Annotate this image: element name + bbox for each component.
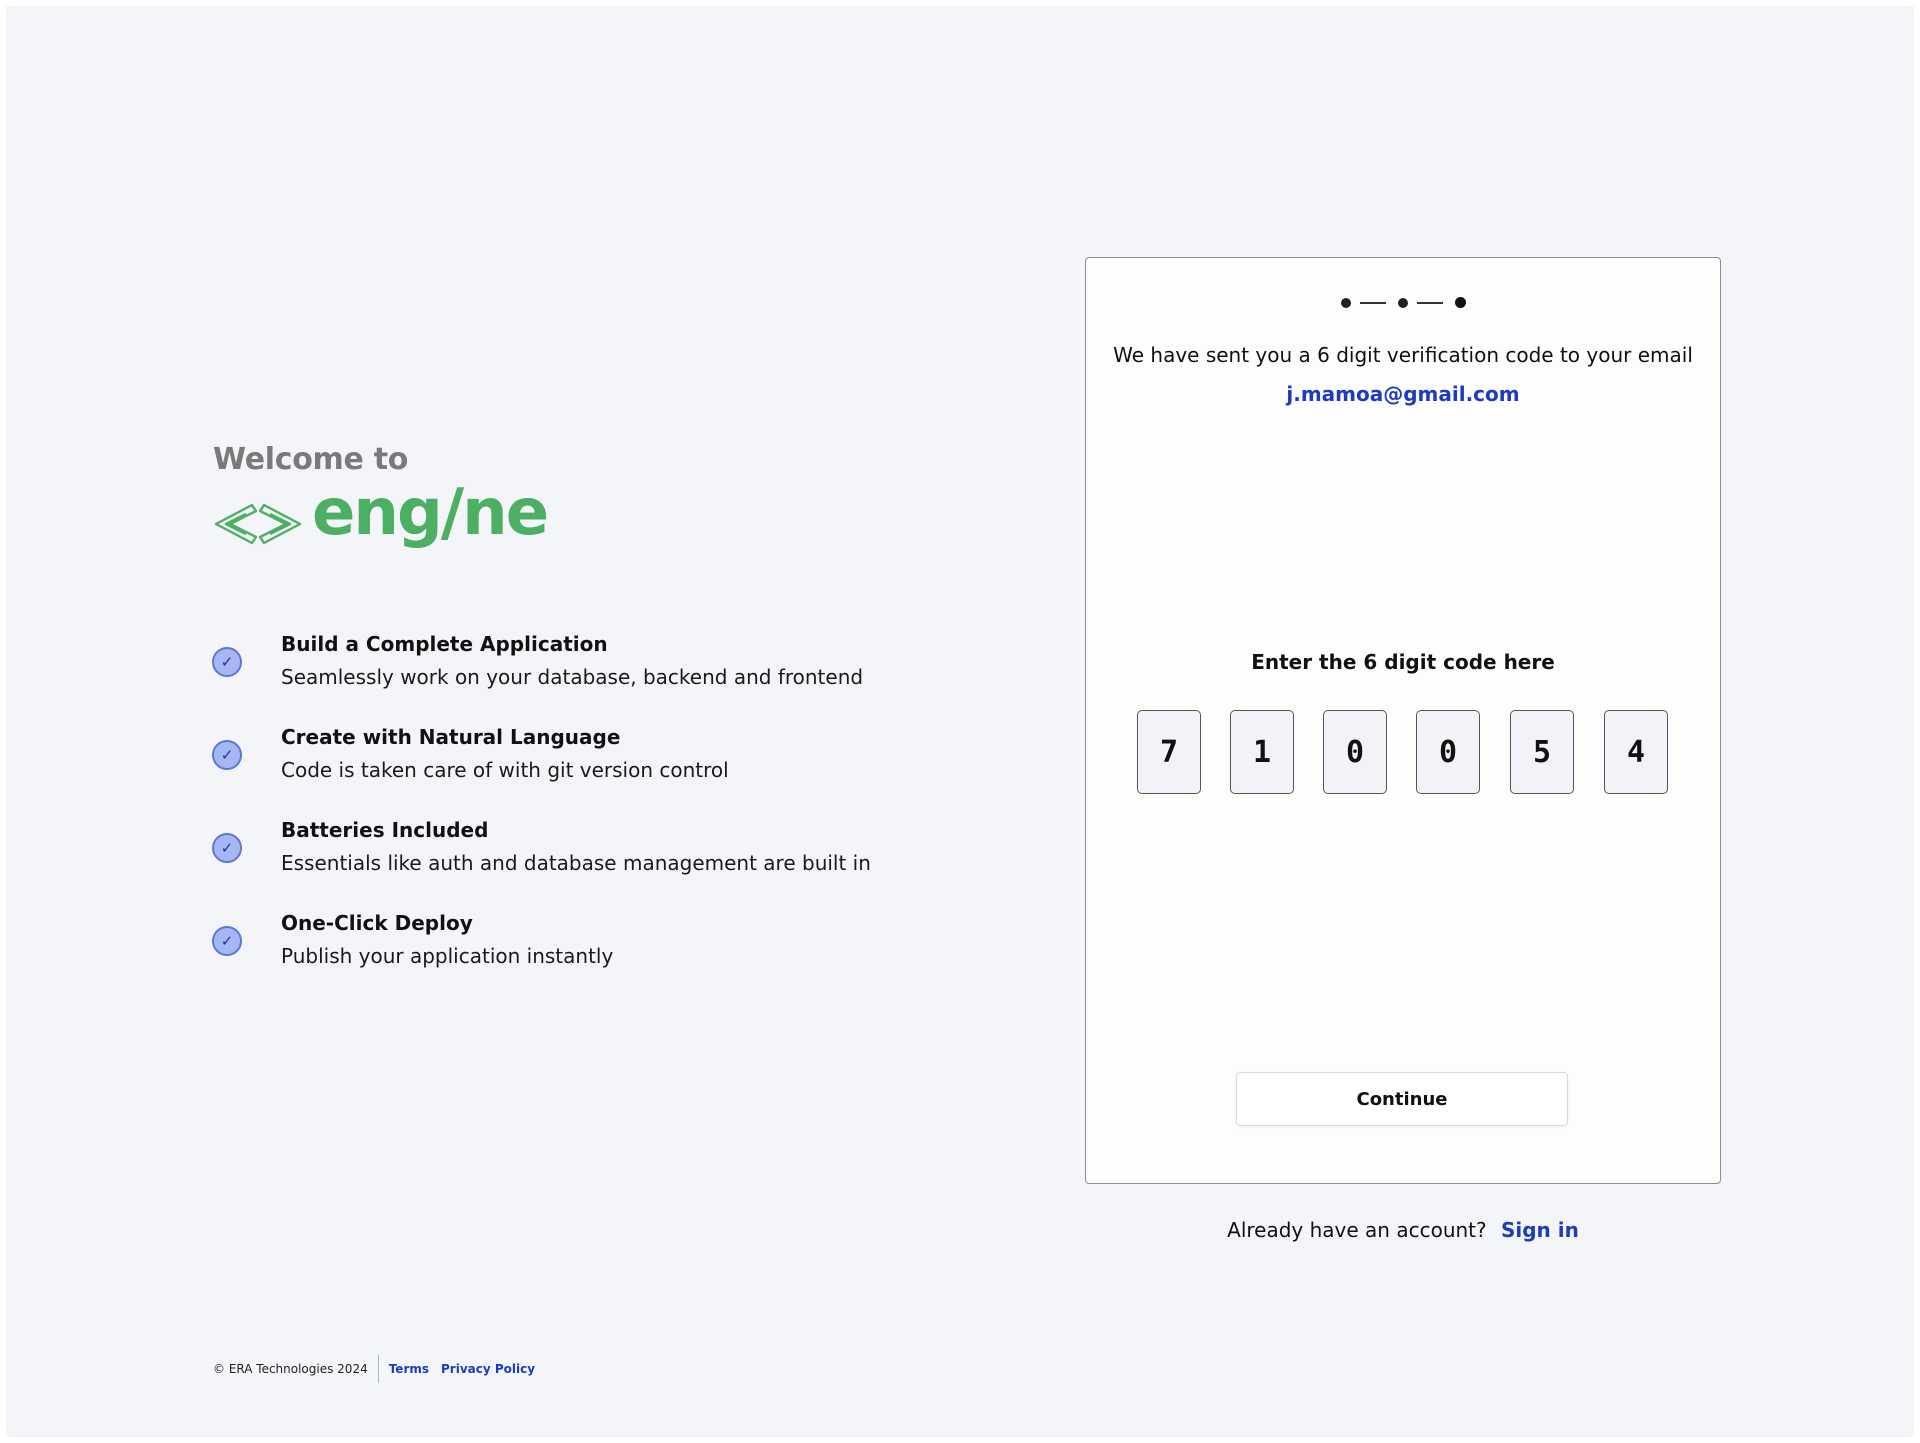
feature-title: Build a Complete Application [281,632,608,656]
engine-logo: eng/ne [212,476,549,558]
step-dot [1341,298,1351,308]
feature-desc: Publish your application instantly [281,944,614,968]
signin-row: Already have an account? Sign in [1085,1218,1721,1242]
signin-prompt: Already have an account? [1227,1218,1487,1242]
step-connector [1360,302,1386,304]
feature-desc: Seamlessly work on your database, backen… [281,665,864,689]
copyright-text: © ERA Technologies 2024 [213,1362,368,1376]
code-digit-input-3[interactable] [1323,710,1387,794]
step-dot [1398,298,1408,308]
step-indicator [1341,296,1466,310]
privacy-policy-link[interactable]: Privacy Policy [441,1362,535,1376]
code-label: Enter the 6 digit code here [1251,650,1555,674]
email-address: j.mamoa@gmail.com [1286,382,1520,406]
code-digit-input-4[interactable] [1416,710,1480,794]
code-digit-input-1[interactable] [1137,710,1201,794]
check-circle-icon: ✓ [212,740,242,770]
feature-desc: Essentials like auth and database manage… [281,851,871,875]
feature-title: One-Click Deploy [281,911,473,935]
step-connector [1417,302,1443,304]
sign-in-link[interactable]: Sign in [1501,1218,1579,1242]
footer-divider [377,1355,379,1383]
step-dot-current [1455,297,1466,308]
logo-wordmark: eng/ne [312,476,549,550]
continue-button[interactable]: Continue [1236,1072,1568,1126]
verification-message: We have sent you a 6 digit verification … [1113,343,1693,367]
feature-item: ✓ Create with Natural Language Code is t… [212,725,912,795]
feature-title: Create with Natural Language [281,725,621,749]
feature-title: Batteries Included [281,818,489,842]
feature-desc: Code is taken care of with git version c… [281,758,729,782]
welcome-heading: Welcome to [213,442,409,477]
feature-item: ✓ Batteries Included Essentials like aut… [212,818,912,888]
signup-page: Welcome to eng/ne ✓ Build a Complete App… [6,6,1914,1437]
footer: © ERA Technologies 2024 Terms Privacy Po… [213,1354,547,1384]
feature-item: ✓ Build a Complete Application Seamlessl… [212,632,912,702]
check-circle-icon: ✓ [212,647,242,677]
code-digit-input-5[interactable] [1510,710,1574,794]
feature-item: ✓ One-Click Deploy Publish your applicat… [212,911,912,981]
code-brackets-icon [214,503,302,545]
terms-link[interactable]: Terms [389,1362,429,1376]
check-circle-icon: ✓ [212,833,242,863]
verification-card: We have sent you a 6 digit verification … [1085,257,1721,1184]
check-circle-icon: ✓ [212,926,242,956]
code-digit-input-6[interactable] [1604,710,1668,794]
code-digit-input-2[interactable] [1230,710,1294,794]
